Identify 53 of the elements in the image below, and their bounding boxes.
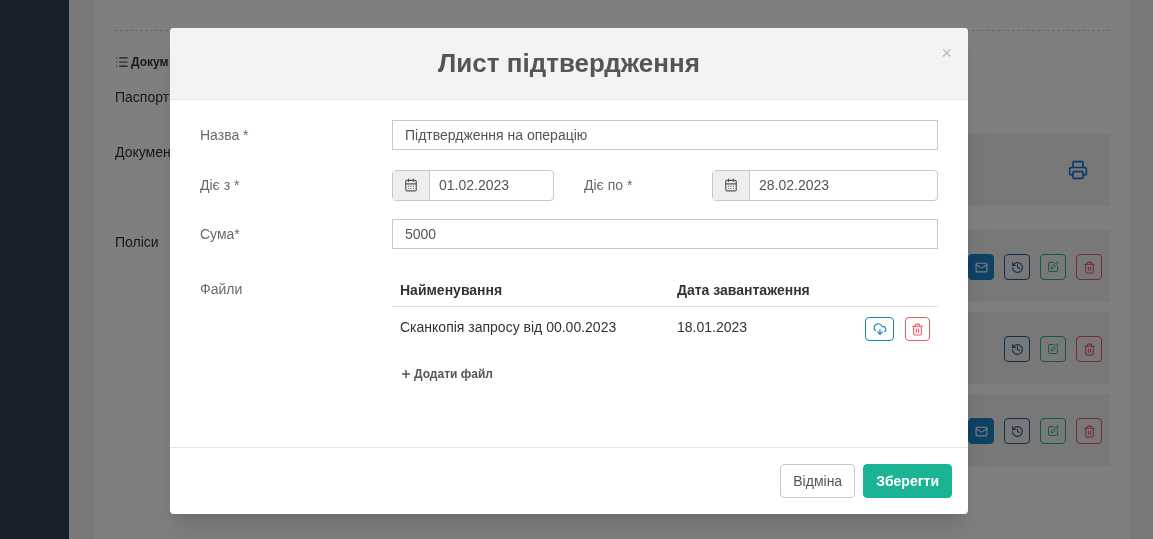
trash-icon (1082, 260, 1096, 274)
edit-icon (1047, 343, 1059, 355)
history-icon (1010, 260, 1024, 274)
edit-button[interactable] (1040, 336, 1066, 362)
passport-label: Паспорт (115, 88, 171, 107)
history-button[interactable] (1004, 336, 1030, 362)
history-icon (1010, 342, 1024, 356)
date-value: 28.02.2023 (758, 175, 831, 195)
calendar-icon (724, 178, 738, 192)
field-label: Файли (200, 280, 244, 299)
policies-label: Поліси (115, 233, 159, 252)
modal-title: Лист підтвердження (438, 47, 700, 80)
column-header: Найменування (400, 281, 504, 300)
mail-icon (974, 260, 988, 274)
edit-button[interactable] (1040, 254, 1066, 280)
delete-button[interactable] (1076, 336, 1102, 362)
delete-button[interactable] (905, 317, 930, 341)
date-field[interactable]: 01.02.2023 (392, 169, 554, 201)
name-field[interactable]: Підтвердження на операцію (392, 120, 938, 150)
documents-label: Докумен (115, 143, 171, 162)
table-cell-text: Сканкопія запросу від 00.00.2023 (400, 318, 618, 337)
cloud-download-icon (872, 322, 887, 336)
trash-icon (1082, 424, 1096, 438)
edit-button[interactable] (1040, 418, 1066, 444)
list-icon (115, 55, 129, 69)
trash-icon (1082, 342, 1096, 356)
column-header: Дата завантаження (677, 281, 810, 300)
printer-icon[interactable] (1068, 160, 1088, 180)
edit-icon (1047, 425, 1059, 437)
add-file-link[interactable]: Додати файл (400, 365, 493, 383)
amount-field[interactable]: 5000 (392, 219, 938, 249)
date-value: 01.02.2023 (438, 175, 511, 195)
mail-button[interactable] (968, 254, 994, 280)
delete-button[interactable] (1076, 254, 1102, 280)
calendar-icon (404, 178, 418, 192)
trash-icon (911, 322, 924, 336)
history-button[interactable] (1004, 254, 1030, 280)
edit-icon (1047, 261, 1059, 273)
field-label: Діє по * (584, 175, 634, 195)
field-label: Назва * (200, 125, 250, 145)
delete-button[interactable] (1076, 418, 1102, 444)
cancel-button[interactable]: Відміна (780, 464, 856, 498)
history-icon (1010, 424, 1024, 438)
history-button[interactable] (1004, 418, 1030, 444)
mail-icon (974, 424, 988, 438)
mail-button[interactable] (968, 418, 994, 444)
table-cell-text: 18.01.2023 (677, 318, 749, 337)
field-label: Діє з * (200, 175, 241, 195)
date-field[interactable]: 28.02.2023 (712, 169, 938, 201)
field-label: Сума* (200, 224, 241, 244)
download-button[interactable] (865, 317, 894, 341)
plus-icon (400, 368, 412, 380)
section-title: Докум (131, 54, 169, 71)
